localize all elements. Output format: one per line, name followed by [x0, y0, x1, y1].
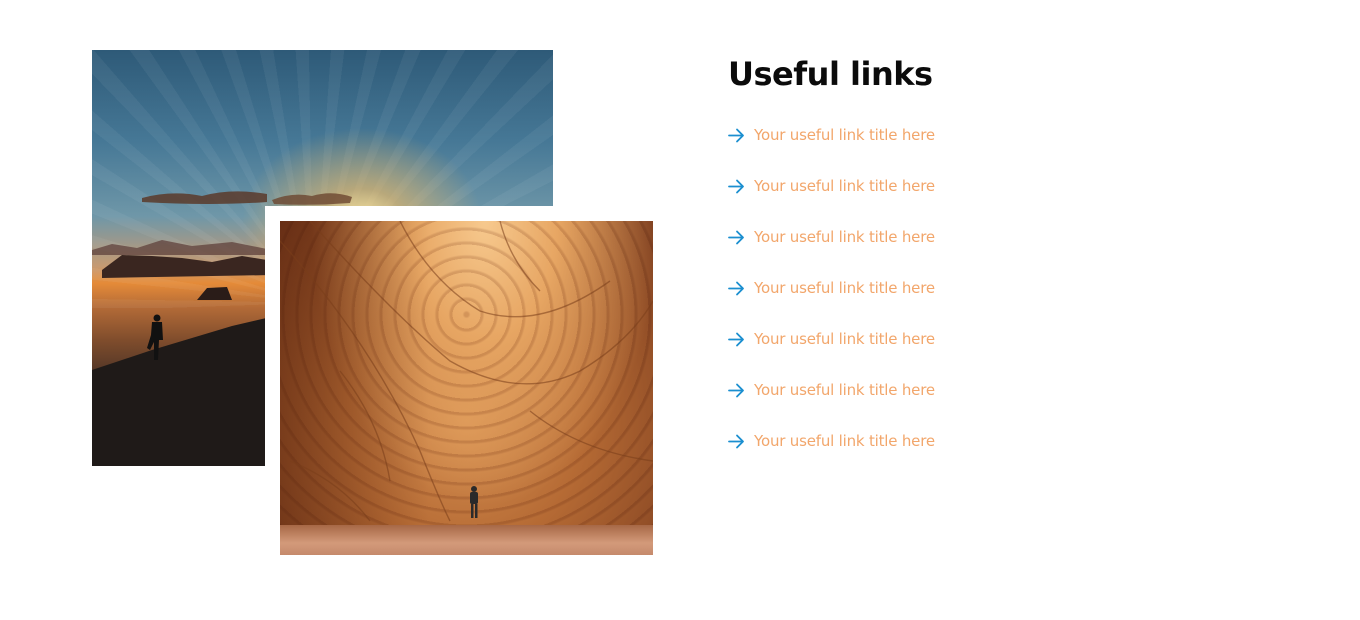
canyon-floor — [280, 525, 653, 555]
useful-link-7[interactable]: Your useful link title here — [728, 432, 935, 450]
useful-links-list: Your useful link title here Your useful l… — [728, 108, 1288, 468]
useful-link-label: Your useful link title here — [754, 432, 935, 450]
useful-link-label: Your useful link title here — [754, 279, 935, 297]
useful-link-item: Your useful link title here — [728, 312, 1288, 366]
useful-link-item: Your useful link title here — [728, 363, 1288, 417]
canyon-hiker — [470, 486, 478, 518]
canyon-rock-photo — [280, 221, 653, 555]
useful-links-panel: Useful links Your useful link title here… — [728, 54, 1288, 468]
useful-link-item: Your useful link title here — [728, 261, 1288, 315]
arrow-right-icon — [728, 127, 745, 144]
useful-link-6[interactable]: Your useful link title here — [728, 381, 935, 399]
useful-link-label: Your useful link title here — [754, 228, 935, 246]
useful-link-4[interactable]: Your useful link title here — [728, 279, 935, 297]
useful-link-1[interactable]: Your useful link title here — [728, 126, 935, 144]
useful-link-item: Your useful link title here — [728, 210, 1288, 264]
useful-link-label: Your useful link title here — [754, 330, 935, 348]
useful-link-item: Your useful link title here — [728, 159, 1288, 213]
arrow-right-icon — [728, 382, 745, 399]
useful-link-2[interactable]: Your useful link title here — [728, 177, 935, 195]
useful-link-label: Your useful link title here — [754, 381, 935, 399]
useful-link-3[interactable]: Your useful link title here — [728, 228, 935, 246]
rock-fissures-illustration — [280, 221, 653, 522]
useful-link-label: Your useful link title here — [754, 126, 935, 144]
useful-link-label: Your useful link title here — [754, 177, 935, 195]
arrow-right-icon — [728, 280, 745, 297]
arrow-right-icon — [728, 433, 745, 450]
arrow-right-icon — [728, 178, 745, 195]
useful-link-item: Your useful link title here — [728, 108, 1288, 162]
useful-link-5[interactable]: Your useful link title here — [728, 330, 935, 348]
arrow-right-icon — [728, 229, 745, 246]
arrow-right-icon — [728, 331, 745, 348]
useful-links-heading: Useful links — [728, 55, 933, 93]
useful-link-item: Your useful link title here — [728, 414, 1288, 468]
